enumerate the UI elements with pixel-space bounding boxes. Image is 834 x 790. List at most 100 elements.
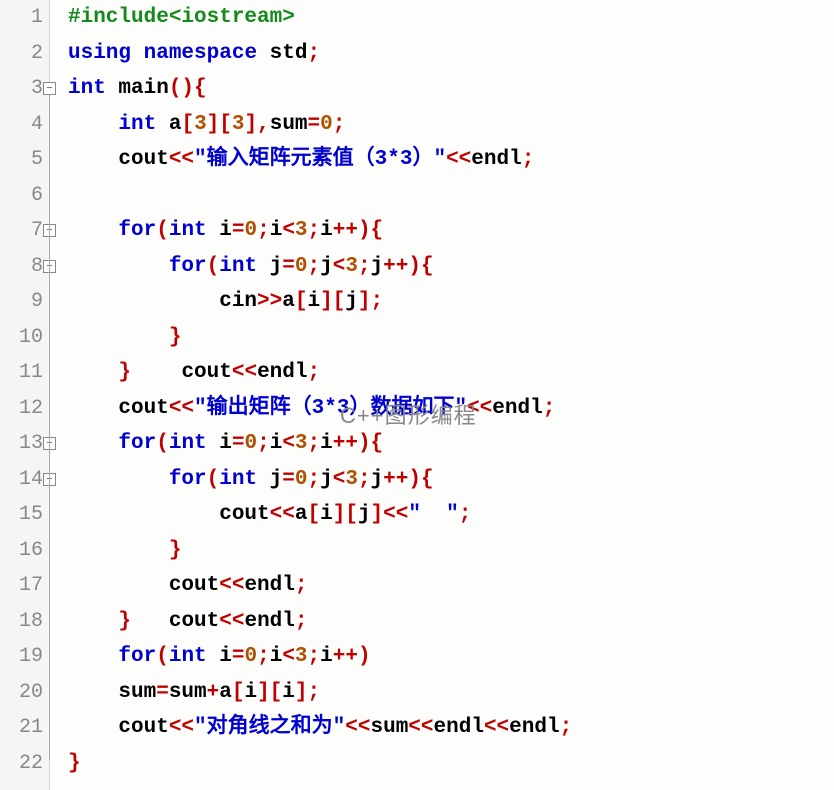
code-token: endl	[244, 610, 294, 633]
code-token: i	[270, 645, 283, 668]
code-token	[68, 361, 118, 384]
code-token: <	[282, 219, 295, 242]
code-token: int	[169, 432, 207, 455]
code-line: sum=sum+a[i][i];	[68, 675, 834, 711]
line-number-gutter: 12345678910111213141516171819202122 −−−−…	[0, 0, 50, 790]
code-token: ;	[308, 468, 321, 491]
code-token: i	[320, 503, 333, 526]
code-token: ];	[295, 681, 320, 704]
code-token: (	[156, 219, 169, 242]
code-token: ;	[257, 645, 270, 668]
code-token: [	[307, 503, 320, 526]
code-token: int	[118, 113, 156, 136]
code-token: =	[232, 645, 245, 668]
code-token: }	[118, 361, 131, 384]
code-line: for(int j=0;j<3;j++){	[68, 249, 834, 285]
code-token: ;	[358, 468, 371, 491]
code-token: 0	[295, 468, 308, 491]
code-token: j	[320, 468, 333, 491]
code-token	[68, 113, 118, 136]
line-number: 4	[0, 107, 49, 143]
code-token: "对角线之和为"	[194, 716, 345, 739]
code-token: endl	[244, 574, 294, 597]
code-token: ++)	[333, 645, 371, 668]
code-token: for	[118, 645, 156, 668]
code-token: sum	[68, 681, 156, 704]
code-token: ++){	[333, 219, 383, 242]
line-number: 18	[0, 604, 49, 640]
code-token: <<	[484, 716, 509, 739]
code-token: using	[68, 42, 131, 65]
code-token: ][	[207, 113, 232, 136]
code-token	[131, 42, 144, 65]
code-token: 0	[295, 255, 308, 278]
code-token	[68, 610, 118, 633]
code-token: <	[333, 468, 346, 491]
code-line: int main(){	[68, 71, 834, 107]
line-number: 3	[0, 71, 49, 107]
code-token: (	[156, 645, 169, 668]
code-token: <<	[270, 503, 295, 526]
code-token: #include<iostream>	[68, 6, 295, 29]
code-token: i	[207, 219, 232, 242]
code-token: (	[207, 468, 220, 491]
code-token: cin	[68, 290, 257, 313]
line-number: 11	[0, 355, 49, 391]
code-token: ;	[560, 716, 573, 739]
code-token: ;	[308, 219, 321, 242]
code-token	[68, 326, 169, 349]
code-line: }	[68, 746, 834, 782]
code-token: cout	[68, 148, 169, 171]
code-line: cin>>a[i][j];	[68, 284, 834, 320]
code-token: ],	[245, 113, 270, 136]
code-token: =	[232, 219, 245, 242]
code-token: [	[181, 113, 194, 136]
code-token: int	[219, 255, 257, 278]
code-token: ][	[320, 290, 345, 313]
code-token: a	[295, 503, 308, 526]
code-token: }	[169, 539, 182, 562]
code-token: i	[320, 432, 333, 455]
code-line: } cout<<endl;	[68, 355, 834, 391]
line-number: 16	[0, 533, 49, 569]
code-token: <<	[408, 716, 433, 739]
code-token: <<	[169, 397, 194, 420]
code-token: (	[207, 255, 220, 278]
code-token: ][	[257, 681, 282, 704]
code-token: for	[169, 468, 207, 491]
code-token: <<	[219, 610, 244, 633]
code-token: 3	[194, 113, 207, 136]
code-token: cout	[68, 397, 169, 420]
code-token	[68, 219, 118, 242]
code-token: i	[320, 219, 333, 242]
code-token: ;	[295, 574, 308, 597]
fold-toggle-icon[interactable]: −	[43, 82, 56, 95]
code-token: <<	[232, 361, 257, 384]
code-token: +	[207, 681, 220, 704]
code-token: 0	[320, 113, 333, 136]
line-number: 7	[0, 213, 49, 249]
code-token: ;	[333, 113, 346, 136]
code-token: <<	[169, 148, 194, 171]
code-token: ;	[543, 397, 556, 420]
code-token: ;	[459, 503, 472, 526]
code-token: j	[257, 468, 282, 491]
code-token: ++){	[333, 432, 383, 455]
code-token: int	[169, 645, 207, 668]
code-token: "输入矩阵元素值（3*3）"	[194, 148, 446, 171]
code-token: i	[270, 219, 283, 242]
code-token: cout	[68, 503, 270, 526]
code-token: ++){	[383, 468, 433, 491]
code-token	[68, 184, 81, 207]
code-line: using namespace std;	[68, 36, 834, 72]
code-token: ;	[522, 148, 535, 171]
line-number: 22	[0, 746, 49, 782]
code-token: " "	[408, 503, 458, 526]
line-number: 17	[0, 568, 49, 604]
code-token: sum	[169, 681, 207, 704]
code-token: ;	[308, 361, 321, 384]
code-token: a	[219, 681, 232, 704]
code-token: =	[282, 468, 295, 491]
code-token: <	[333, 255, 346, 278]
code-line: for(int i=0;i<3;i++){	[68, 426, 834, 462]
